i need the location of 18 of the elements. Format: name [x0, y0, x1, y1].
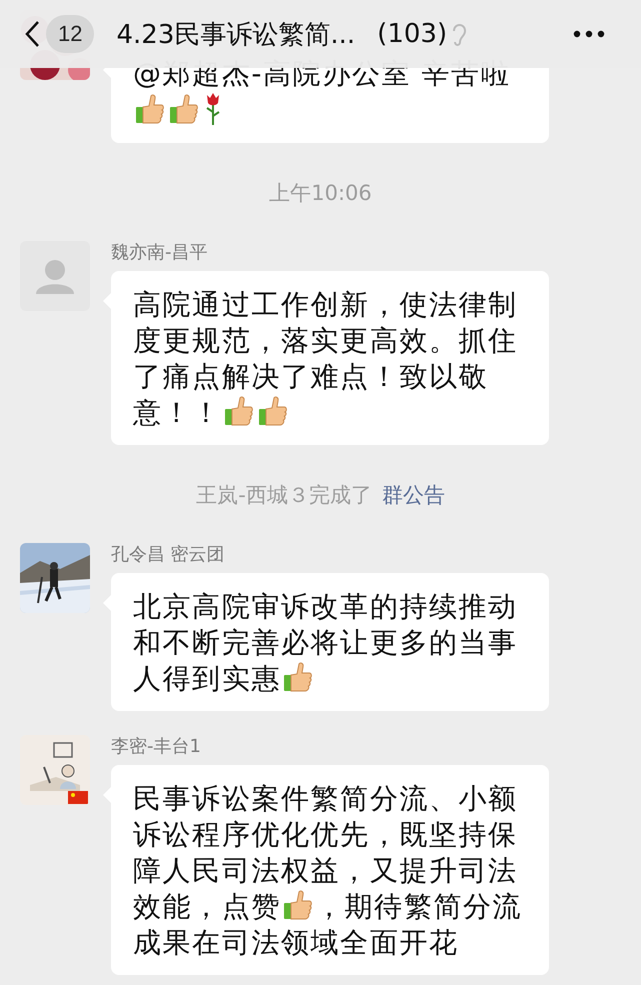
thumbs-up-icon [135, 93, 165, 125]
thumbs-up-icon [283, 661, 313, 693]
more-icon [573, 30, 605, 38]
back-icon [24, 20, 40, 48]
thumbs-up-icon [283, 889, 313, 921]
thumbs-up-icon [224, 395, 254, 427]
thumbs-up-icon [258, 395, 288, 427]
thumbs-up-icon [169, 93, 199, 125]
ear-icon [451, 21, 468, 47]
avatar-placeholder-icon [20, 241, 90, 311]
sender-name: 魏亦南-昌平 [111, 241, 208, 265]
back-button[interactable]: 12 [0, 15, 94, 53]
unread-count: 12 [46, 15, 94, 53]
announcement-link[interactable]: 群公告 [382, 483, 445, 507]
timestamp: 上午10:06 [269, 181, 372, 205]
sender-name: 李密-丰台1 [111, 735, 202, 759]
sender-name: 孔令昌 密云团 [111, 543, 226, 567]
system-notice: 王岚-西城３完成了 群公告 [196, 483, 445, 507]
